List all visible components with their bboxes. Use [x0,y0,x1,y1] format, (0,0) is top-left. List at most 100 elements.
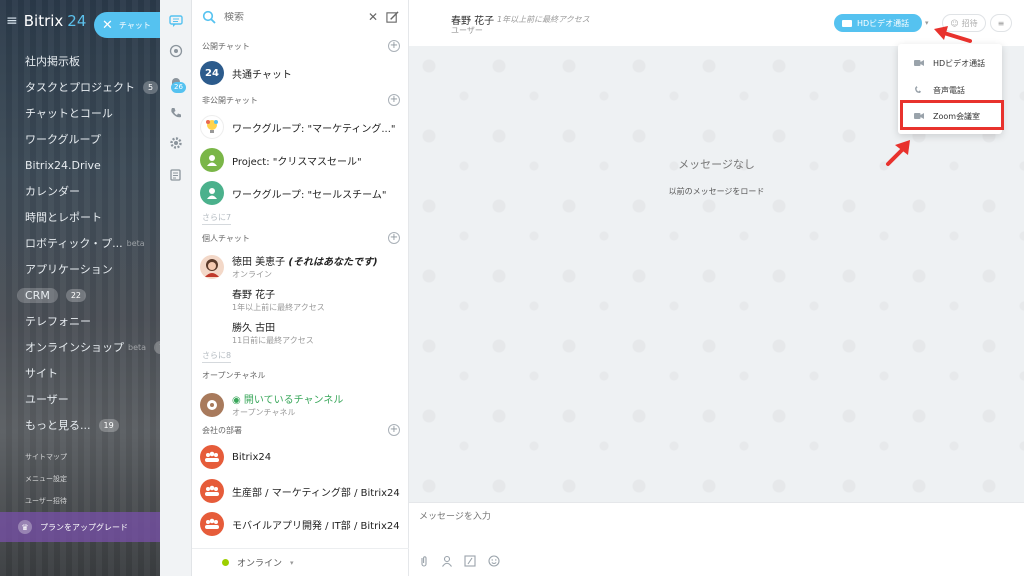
menu-item-crm[interactable]: CRM 22 [0,282,160,308]
chat-status: 11日前に最終アクセス [232,336,314,345]
menu-item-sites[interactable]: サイト [0,360,160,386]
message-input[interactable] [419,509,1009,549]
hd-video-call-button[interactable]: HDビデオ通話 [834,14,922,32]
chat-name: 開いているチャンネル [243,395,344,406]
menu-item-workgroups[interactable]: ワークグループ [0,126,160,152]
chat-bubble-icon[interactable] [169,14,183,28]
menu-item-users[interactable]: ユーザー [0,386,160,412]
empty-avatar [200,321,224,345]
beta-label: beta [126,238,145,248]
chat-item-workgroup-marketing[interactable]: ワークグループ: "マーケティング..." [200,115,405,139]
emoji-smile-icon[interactable] [488,555,500,567]
menu-item-feed[interactable]: 社内掲示板 [0,48,160,74]
search-icon [202,10,216,24]
notifications-badge: 26 [171,82,186,93]
format-text-icon[interactable] [464,555,476,567]
zoom-highlight-box [900,100,1004,130]
online-status-selector[interactable]: オンライン ▾ [192,548,409,576]
user-photo-avatar [200,254,224,279]
no-messages-text: メッセージなし [678,158,755,171]
menu-item-shop[interactable]: オンラインショップbeta1 [0,334,160,360]
menu-burger-icon[interactable]: ≡ [6,13,18,29]
close-chat-button[interactable]: ✕ チャット [94,12,160,38]
menu-item-chat[interactable]: チャットとコール [0,100,160,126]
dropdown-hd-video-call[interactable]: HDビデオ通話 [898,51,1002,75]
chat-item-furuta[interactable]: 勝久 古田 11日前に最終アクセス [200,319,405,346]
submenu-menu-settings[interactable]: メニュー設定 [25,474,67,484]
menu-item-apps[interactable]: アプリケーション [0,256,160,282]
user-role: ユーザー [451,26,483,35]
more-personal-chats-link[interactable]: さらに8 [202,350,232,363]
add-private-chat-icon[interactable]: + [388,94,400,106]
channel-avatar-icon [200,392,224,417]
chat-item-project-christmas[interactable]: Project: "クリスマスセール" [200,148,405,172]
add-personal-chat-icon[interactable]: + [388,232,400,244]
close-icon: ✕ [102,17,113,33]
chat-item-general[interactable]: 24 共通チャット [200,61,405,85]
user-group-avatar-icon [200,181,224,205]
online-dot-icon [222,559,229,566]
user-group-avatar-icon [200,148,224,172]
main-menu: 社内掲示板 タスクとプロジェクト 5 チャットとコール ワークグループ Bitri… [0,48,160,438]
chat-item-dept-mobile[interactable]: モバイルアプリ開発 / IT部 / Bitrix24 [200,512,405,536]
chat-item-workgroup-sales[interactable]: ワークグループ: "セールスチーム" [200,181,405,205]
chat-item-dept-bitrix24[interactable]: Bitrix24 [200,445,405,469]
chat-item-haruno[interactable]: 春野 花子 1年以上前に最終アクセス [200,286,405,313]
chevron-down-icon: ▾ [290,558,294,567]
add-department-chat-icon[interactable]: + [388,424,400,436]
video-camera-icon [914,59,924,67]
attach-paperclip-icon[interactable] [418,555,430,567]
notifications-icon[interactable]: 26 [169,76,186,93]
settings-gear-icon[interactable] [169,136,183,150]
last-seen-text: 1年以上前に最終アクセス [497,15,590,24]
menu-item-time[interactable]: 時間とレポート [0,204,160,230]
video-camera-icon [842,19,852,27]
chat-list-panel: ✕ 公開チャット + 24 共通チャット 非公開チャット + ワークグループ: … [192,0,409,576]
brand-name: Bitrix [23,12,64,30]
channel-status-icon: ◉ [232,395,241,406]
mention-user-icon[interactable] [441,555,453,567]
arrow-pointer-icon [934,26,972,43]
chat-name: ワークグループ: "セールスチーム" [232,189,387,201]
open-lines-icon[interactable] [169,44,183,58]
brand-logo[interactable]: ≡ Bitrix 24 [6,12,86,30]
phone-icon[interactable] [169,106,183,120]
menu-item-more[interactable]: もっと見る... 19 [0,412,160,438]
submenu-invite-users[interactable]: ユーザー招待 [25,496,67,506]
messenger-icon-column: 26 [160,0,192,576]
menu-item-telephony[interactable]: テレフォニー [0,308,160,334]
chat-search-input[interactable] [224,11,368,23]
chat-item-dept-marketing[interactable]: 生産部 / マーケティング部 / Bitrix24 [200,479,405,503]
brand-number: 24 [67,12,87,30]
section-personal-chats: 個人チャット + [202,232,400,244]
clear-search-icon[interactable]: ✕ [368,10,378,24]
dropdown-voice-call[interactable]: 音声電話 [898,78,1002,102]
upgrade-plan-button[interactable]: ♛ プランをアップグレード [0,512,160,542]
load-previous-link[interactable]: 以前のメッセージをロード [409,186,1024,197]
menu-item-tasks[interactable]: タスクとプロジェクト 5 [0,74,160,100]
add-public-chat-icon[interactable]: + [388,40,400,52]
chat-item-tokuda[interactable]: 徳田 美恵子 (それはあなたです) オンライン [200,253,405,280]
compose-icon[interactable] [386,10,399,24]
chat-item-open-channel[interactable]: ◉ 開いているチャンネル オープンチャネル [200,391,405,418]
chat-search-button[interactable]: ≡ [990,14,1012,32]
menu-item-calendar[interactable]: カレンダー [0,178,160,204]
avatar: 24 [200,61,224,85]
list-document-icon[interactable] [169,168,183,182]
chat-name: ワークグループ: "マーケティング..." [232,123,396,135]
menu-item-rpa[interactable]: ロボティック・プ... beta [0,230,160,256]
lightbulb-avatar-icon [200,115,224,139]
chat-name: Project: "クリスマスセール" [232,156,362,168]
chat-status: オープンチャネル [232,408,296,417]
beta-label: beta [128,342,147,352]
arrow-pointer-icon [886,140,910,166]
chat-name: Bitrix24 [232,451,272,463]
submenu-sitemap[interactable]: サイトマップ [25,452,67,462]
department-avatar-icon [200,445,224,469]
menu-item-drive[interactable]: Bitrix24.Drive [0,152,160,178]
phone-handset-icon [914,86,924,94]
call-options-chevron-icon[interactable]: ▾ [925,19,929,27]
chat-status: オンライン [232,270,272,279]
more-private-chats-link[interactable]: さらに7 [202,212,232,225]
section-open-channels: オープンチャネル [202,371,266,380]
